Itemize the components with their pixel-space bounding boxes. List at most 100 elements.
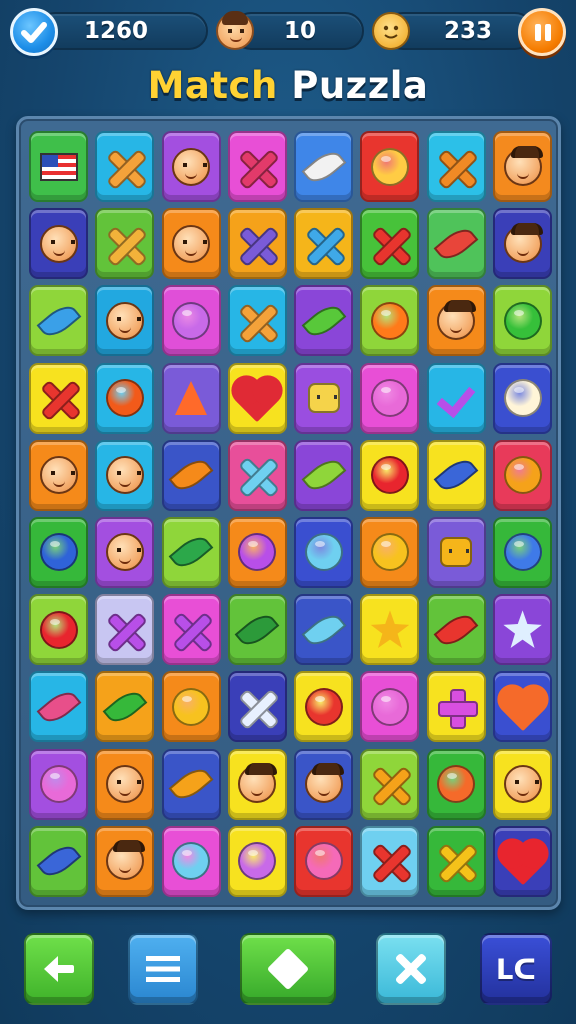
tile-r7-c1[interactable] [29,594,88,666]
tile-r3-c4[interactable] [227,285,287,357]
tile-r3-c7[interactable] [426,285,486,357]
leaf-icon [36,685,81,729]
tile-r9-c1[interactable] [29,748,88,820]
tile-r5-c2[interactable] [95,439,155,511]
tile-r9-c6[interactable] [360,748,420,820]
tile-r2-c6[interactable] [360,208,420,280]
hint-button[interactable] [240,933,336,1005]
tile-r10-c1[interactable] [29,825,88,897]
score-value: 1260 [84,18,149,44]
tile-r4-c7[interactable] [426,362,486,434]
tile-r3-c1[interactable] [29,285,88,357]
back-button[interactable] [24,933,94,1005]
tile-r7-c4[interactable] [227,594,287,666]
tile-r4-c3[interactable] [161,362,221,434]
tile-r8-c7[interactable] [426,671,486,743]
orb-icon [503,301,542,340]
game-board [16,116,561,910]
tile-r8-c1[interactable] [29,671,88,743]
cross-icon [437,148,475,186]
tile-r6-c2[interactable] [95,516,155,588]
score-panel: 1260 [36,12,208,50]
tile-r2-c8[interactable] [493,208,553,280]
tile-r6-c7[interactable] [426,516,486,588]
tile-r9-c5[interactable] [294,748,354,820]
menu-button[interactable] [128,933,198,1005]
tile-r7-c3[interactable] [161,594,221,666]
tile-r10-c8[interactable] [493,825,553,897]
tile-r7-c7[interactable] [426,594,486,666]
tile-r7-c8[interactable] [493,594,553,666]
leaf-icon [301,145,347,188]
pause-button[interactable] [518,8,566,56]
tile-r6-c5[interactable] [294,516,354,588]
tile-r8-c5[interactable] [294,671,354,743]
tile-r8-c3[interactable] [161,671,221,743]
tile-r1-c7[interactable] [426,131,486,202]
tile-r3-c2[interactable] [95,285,155,357]
tile-r2-c1[interactable] [29,208,88,280]
leaf-icon [433,608,479,651]
tile-r1-c1[interactable] [29,131,88,202]
orb-icon [39,765,78,803]
tile-r9-c3[interactable] [161,748,221,820]
tile-r6-c8[interactable] [493,516,553,588]
tile-r1-c2[interactable] [95,131,155,202]
tile-r5-c8[interactable] [493,439,553,511]
tile-r2-c5[interactable] [294,208,354,280]
tile-r6-c4[interactable] [227,516,287,588]
tile-r2-c7[interactable] [426,208,486,280]
check-icon[interactable] [10,8,58,56]
tile-r1-c5[interactable] [294,131,354,202]
tile-r9-c4[interactable] [227,748,287,820]
tile-r4-c6[interactable] [360,362,420,434]
tile-r1-c3[interactable] [161,131,221,202]
tile-r10-c2[interactable] [95,825,155,897]
extra-button[interactable]: ᒪᑕ [480,933,552,1005]
tile-r7-c5[interactable] [294,594,354,666]
tile-r4-c4[interactable] [227,362,287,434]
tile-r8-c6[interactable] [360,671,420,743]
orb-icon [503,456,542,495]
tile-r2-c4[interactable] [227,208,287,280]
tile-r9-c8[interactable] [493,748,553,820]
tile-r10-c3[interactable] [161,825,221,897]
tile-r3-c3[interactable] [161,285,221,357]
tile-r10-c7[interactable] [426,825,486,897]
tile-r5-c5[interactable] [294,439,354,511]
tile-r3-c5[interactable] [294,285,354,357]
tile-r3-c6[interactable] [360,285,420,357]
tile-r1-c6[interactable] [360,131,420,202]
tile-r8-c8[interactable] [493,671,553,743]
tile-r6-c6[interactable] [360,516,420,588]
tile-r5-c3[interactable] [161,439,221,511]
tile-r10-c5[interactable] [294,825,354,897]
tile-r3-c8[interactable] [493,285,553,357]
tile-r7-c2[interactable] [95,594,155,666]
tile-r4-c8[interactable] [493,362,553,434]
tile-r10-c6[interactable] [360,825,420,897]
tile-r5-c4[interactable] [227,439,287,511]
tile-r1-c4[interactable] [227,131,287,202]
tile-r8-c4[interactable] [227,671,287,743]
tile-r4-c2[interactable] [95,362,155,434]
tile-r2-c3[interactable] [161,208,221,280]
tile-r5-c1[interactable] [29,439,88,511]
tile-r4-c1[interactable] [29,362,88,434]
orb-icon [304,842,343,881]
tile-r4-c5[interactable] [294,362,354,434]
tile-r9-c7[interactable] [426,748,486,820]
leaf-icon [234,608,280,651]
tile-r6-c3[interactable] [161,516,221,588]
tile-r8-c2[interactable] [95,671,155,743]
tile-r9-c2[interactable] [95,748,155,820]
tile-r7-c6[interactable] [360,594,420,666]
tile-r1-c8[interactable] [493,131,553,202]
tile-r10-c4[interactable] [227,825,287,897]
tile-r5-c6[interactable] [360,439,420,511]
tile-r2-c2[interactable] [95,208,155,280]
tile-r5-c7[interactable] [426,439,486,511]
shuffle-button[interactable] [376,933,446,1005]
tile-r6-c1[interactable] [29,516,88,588]
star-icon [503,610,542,649]
